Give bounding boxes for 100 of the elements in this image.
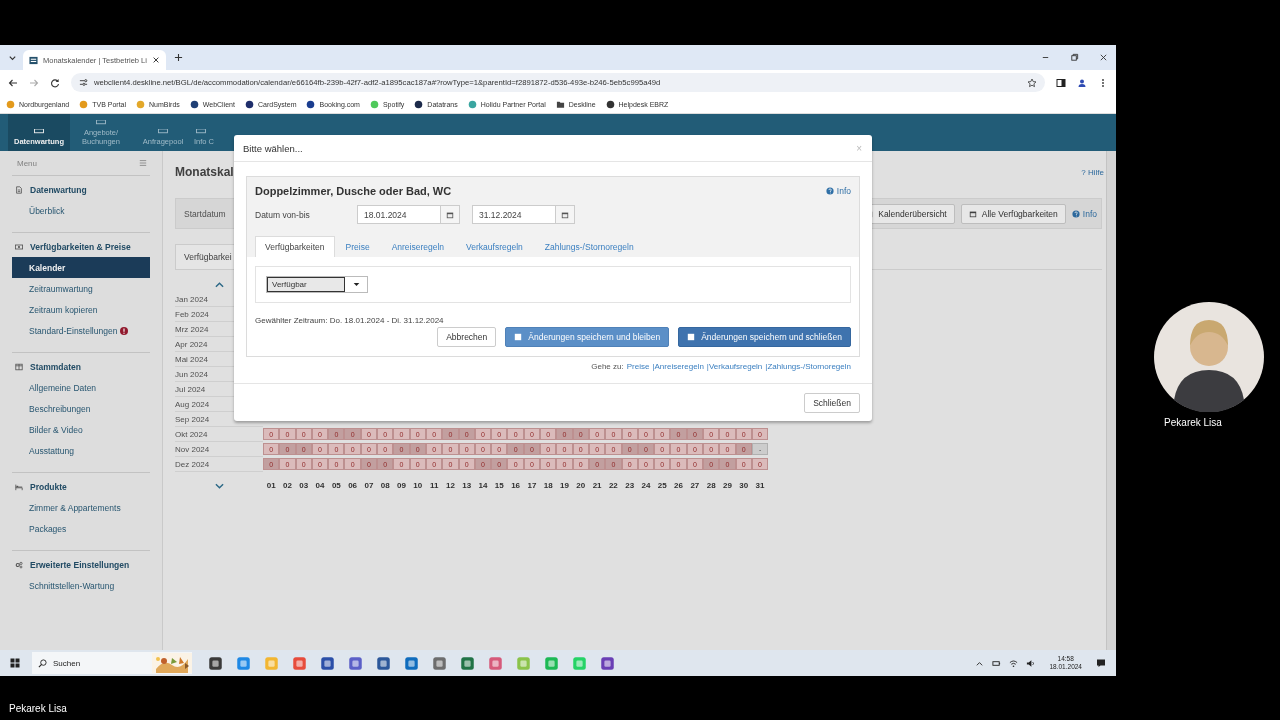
day-number: 23 <box>624 481 636 490</box>
section-heading: Verfügbarkeiten & Preise <box>30 241 131 252</box>
dialog-tab[interactable]: Anreiseregeln <box>380 236 456 257</box>
app-icon[interactable] <box>320 655 335 671</box>
search-icon <box>38 658 47 668</box>
sidebar-item[interactable]: Überblick <box>12 200 150 221</box>
sidebar-item[interactable]: Kalender <box>12 257 150 278</box>
goto-link[interactable]: |Verkaufsregeln <box>706 362 763 371</box>
new-tab-icon[interactable] <box>173 53 183 62</box>
bed-icon <box>15 482 23 491</box>
day-number: 21 <box>591 481 603 490</box>
search-field[interactable]: Suchen <box>32 652 192 674</box>
day-number: 27 <box>689 481 701 490</box>
day-number: 01 <box>265 481 277 490</box>
chevron-down-icon[interactable] <box>214 482 224 489</box>
day-number: 10 <box>412 481 424 490</box>
goto-link[interactable]: |Zahlungs-/Stornoregeln <box>765 362 851 371</box>
dialog-tab[interactable]: Verkaufsregeln <box>455 236 534 257</box>
day-number: 04 <box>314 481 326 490</box>
menu-title: Menu <box>17 158 37 168</box>
day-number: 09 <box>396 481 407 490</box>
section-heading: Datenwartung <box>30 184 87 195</box>
sidebar-item[interactable]: Zeitraum kopieren <box>12 299 150 320</box>
dialog-tab[interactable]: Verfügbarkeiten <box>255 236 335 257</box>
back-icon[interactable] <box>8 77 18 88</box>
app-icon[interactable] <box>600 655 615 671</box>
notification-icon[interactable] <box>1096 658 1106 668</box>
section-heading: Stammdaten <box>30 361 81 372</box>
sidebar-item[interactable]: Zeitraumwartung <box>12 278 150 299</box>
day-number: 02 <box>282 481 293 490</box>
day-number: 19 <box>559 481 570 490</box>
section-heading: Produkte <box>30 481 67 492</box>
scrollbar[interactable] <box>1106 151 1116 650</box>
day-number: 11 <box>428 481 440 490</box>
help-link[interactable]: ? Hilfe <box>1081 167 1104 177</box>
dialog-title: Bitte wählen... <box>243 142 303 154</box>
document-icon <box>15 185 23 194</box>
battery-icon[interactable] <box>992 658 1002 668</box>
site-info-icon[interactable] <box>79 78 88 87</box>
app-icon[interactable] <box>404 655 419 671</box>
restore-icon[interactable] <box>1070 53 1079 62</box>
info-label[interactable]: Info <box>836 186 851 196</box>
columns-icon <box>15 362 23 371</box>
app-icon[interactable] <box>432 655 447 671</box>
product-title: Doppelzimmer, Dusche oder Bad, WC <box>255 185 452 197</box>
goto-link[interactable]: |Anreiseregeln <box>652 362 704 371</box>
reload-icon[interactable] <box>50 77 60 88</box>
status-select[interactable]: Verfügbar <box>266 276 368 293</box>
calendar-button[interactable]: Alle Verfügbarkeiten <box>960 203 1066 224</box>
app-icon[interactable] <box>376 655 391 671</box>
sidebar-item[interactable]: Standard-Einstellungen <box>12 320 150 341</box>
day-number: 07 <box>363 481 375 490</box>
dialog-tab[interactable]: Preise <box>334 236 381 257</box>
day-number: 15 <box>493 481 505 490</box>
tab-list-icon[interactable] <box>8 53 17 62</box>
info-link[interactable]: Info <box>825 186 851 196</box>
sidebar-item[interactable]: Schnittstellen-Wartung <box>12 575 150 596</box>
sidebar-item[interactable]: Allgemeine Daten <box>12 377 150 398</box>
presenter-name: Pekarek Lisa <box>9 703 67 714</box>
tab-icon <box>156 129 170 135</box>
sidebar-item[interactable]: Packages <box>12 518 150 539</box>
calendar-icon <box>446 210 454 219</box>
profile-icon[interactable] <box>1077 77 1087 88</box>
sidebar-item[interactable]: Beschreibungen <box>12 398 150 419</box>
date-field[interactable]: 31.12.2024 <box>472 205 555 224</box>
close-icon[interactable] <box>151 56 160 64</box>
star-icon[interactable] <box>1027 77 1037 88</box>
money-icon <box>15 242 23 251</box>
sidebar-item[interactable]: Ausstattung <box>12 440 150 461</box>
goto-label: Gehe zu: <box>591 362 624 371</box>
chevron-up-icon[interactable] <box>214 281 224 288</box>
wifi-icon[interactable] <box>1009 658 1019 668</box>
day-number: 25 <box>656 481 668 490</box>
app-icon[interactable] <box>208 655 223 671</box>
dialog-button[interactable]: Änderungen speichern und schließen <box>678 327 851 347</box>
dialog-tab[interactable]: Zahlungs-/Stornoregeln <box>533 236 645 257</box>
day-number: 16 <box>510 481 522 490</box>
app-icon[interactable] <box>460 655 475 671</box>
field-label: Datum von-bis <box>255 209 311 220</box>
dialog-button[interactable]: Abbrechen <box>437 327 497 347</box>
page-title: Monatskal <box>175 165 234 179</box>
calendar-button[interactable] <box>440 205 460 224</box>
close-button[interactable]: Schließen <box>804 392 860 413</box>
date-field[interactable]: 18.01.2024 <box>357 205 440 224</box>
info-link[interactable]: Info <box>1071 208 1097 219</box>
app-icon[interactable] <box>348 655 363 671</box>
speaker-icon[interactable] <box>1026 658 1036 668</box>
tab-icon <box>94 120 108 126</box>
dialog-button[interactable]: Änderungen speichern und bleiben <box>505 327 670 347</box>
calendar-icon <box>561 210 569 219</box>
close-icon[interactable] <box>1099 53 1108 62</box>
sidebar-item[interactable]: Zimmer & Appartements <box>12 497 150 518</box>
goto-link[interactable]: Preise <box>626 362 650 371</box>
side-panel-icon[interactable] <box>1056 77 1066 88</box>
info-label[interactable]: Info <box>1082 208 1097 219</box>
calendar-icon <box>968 209 977 218</box>
day-number: 30 <box>738 481 750 490</box>
sidebar-item[interactable]: Bilder & Video <box>12 419 150 440</box>
windows-icon[interactable] <box>10 658 20 668</box>
calendar-button[interactable] <box>555 205 575 224</box>
